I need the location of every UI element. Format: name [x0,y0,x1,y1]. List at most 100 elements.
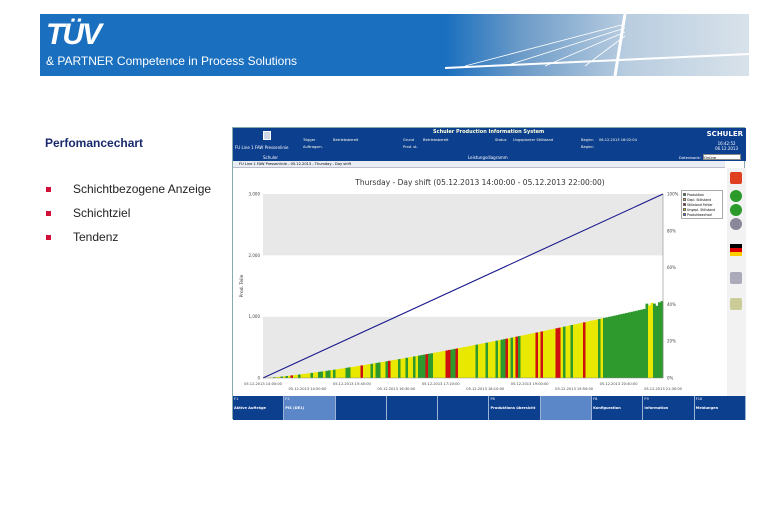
x-tick-label: 05.12.2013 19:50:00 [555,387,594,391]
production-strip [333,369,336,378]
legend-label: Produktwechsel [687,212,713,217]
fkey-f2[interactable]: F2 PIS (DE1) [284,396,336,420]
production-strip [518,336,521,378]
production-strip [428,353,431,378]
production-strip [588,321,591,378]
german-flag-icon[interactable] [730,244,742,256]
home-icon[interactable] [730,218,742,230]
production-strip [525,334,529,378]
production-strip [328,370,331,378]
close-icon[interactable] [730,172,742,184]
fkey-number: F2 [285,397,290,401]
status-value: Ungeplanter Stillstand [513,138,554,142]
production-strip [515,336,519,378]
fkey-f6[interactable]: F6 Produktions übersicht [489,396,541,420]
production-strip [638,310,641,378]
fkey-empty-2[interactable] [336,396,387,420]
production-strip [460,347,464,378]
status-label: Status [495,138,507,142]
production-strip [623,313,626,378]
trigger-value: Betriebsbereit [333,138,359,142]
production-strip [370,363,374,378]
production-strip [438,351,441,378]
production-strip [498,340,501,378]
production-strip [570,325,574,378]
production-strip [410,356,414,378]
fkey-number: F9 [644,397,649,401]
production-strip [393,359,396,378]
y-tick-label: 1,000 [249,314,261,319]
legend-entry: Produktwechsel [683,212,721,217]
production-strip [448,349,451,378]
production-strip [520,335,524,378]
bullet-list: Schichtbezogene Anzeige Schichtziel Tend… [45,182,211,254]
x-tick-label: 05.12.2013 17:20:00 [422,382,461,386]
fkey-f9[interactable]: F9 Information [643,396,695,420]
production-strip [398,359,401,378]
fkey-empty-4[interactable] [438,396,490,420]
fkey-f8[interactable]: F8 Konfiguration [592,396,644,420]
print-icon[interactable] [730,272,742,284]
production-strip [388,360,391,378]
fkey-empty-3[interactable] [387,396,439,420]
bullet-item: Schichtziel [45,206,211,230]
fkey-f1[interactable]: F1 Aktive Aufträge [233,396,285,420]
production-strip [363,364,366,378]
fkey-number: F1 [234,397,239,401]
bridge-photo [444,14,749,76]
legend-swatch [683,198,686,201]
fkey-number: F8 [593,397,598,401]
chart-legend: Produktion Gepl. Stillstand Stillstand Feh… [681,190,723,219]
users-icon[interactable] [730,298,742,310]
production-strip [635,310,639,378]
production-strip [465,346,469,378]
subheader: Schuler Leistungsdiagramm [233,154,746,161]
production-strip [403,358,406,378]
app-title: Schuler Production Information System [433,129,545,135]
production-strip [395,359,399,378]
production-strip [530,333,534,378]
production-strip [303,373,306,378]
production-strip [538,331,541,378]
production-strip [360,365,364,378]
production-strip [563,326,566,378]
production-strip [543,330,546,378]
y2-tick-label: 100% [667,192,679,197]
production-strip [478,344,481,378]
production-strip [288,375,291,378]
production-strip [413,356,416,378]
fkey-f10[interactable]: F10 Meldungen [695,396,746,420]
production-strip [583,322,586,378]
production-strip [380,362,384,378]
production-strip [545,330,549,378]
database-select[interactable]: Online [703,154,741,160]
production-strip [555,328,559,378]
database-selector[interactable]: Datenbank: Online [679,154,741,161]
production-strip [400,358,404,378]
app-window: FU Line 1 FAW Pressenlinie Schuler Produ… [232,127,746,420]
bullet-icon [46,187,51,192]
system-icon[interactable] [263,131,271,140]
back-icon[interactable] [730,190,742,202]
production-strip [648,305,651,378]
auftrag-label: Auftragsm. [303,145,323,149]
forward-icon[interactable] [730,204,742,216]
production-strip [490,341,494,378]
production-strip [330,370,334,378]
production-strip [548,329,551,378]
fkey-empty-6[interactable] [540,396,593,420]
production-strip [435,352,439,378]
production-strip [415,355,419,378]
production-strip [300,374,304,378]
production-strip [433,352,436,378]
legend-swatch [683,203,686,206]
production-strip [480,343,484,378]
production-strip [338,368,341,378]
production-strip [323,371,326,378]
production-strip [418,355,421,378]
production-strip [658,302,661,378]
prod-label: Prod. st. [403,145,418,149]
production-strip [290,375,294,378]
header-banner: TÜV & PARTNER Competence in Process Solu… [40,14,749,76]
production-strip [350,366,354,378]
